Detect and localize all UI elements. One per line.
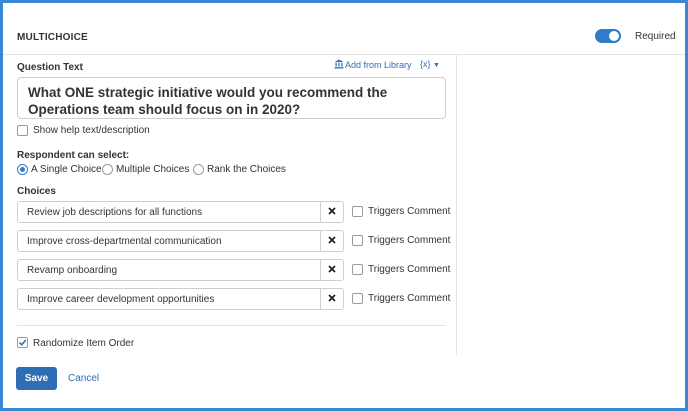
remove-choice-button[interactable]	[320, 288, 344, 310]
triggers-comment-checkbox[interactable]	[352, 264, 363, 275]
radio-multiple-choices-label: Multiple Choices	[116, 164, 190, 175]
panel-divider	[456, 55, 457, 355]
toggle-knob	[609, 31, 619, 41]
question-text-input[interactable]: What ONE strategic initiative would you …	[17, 77, 446, 119]
caret-down-icon: ▼	[433, 62, 440, 69]
triggers-comment-label: Triggers Comment	[368, 235, 451, 246]
triggers-comment-label: Triggers Comment	[368, 293, 451, 304]
choice-input[interactable]: Improve career development opportunities	[17, 288, 320, 310]
remove-choice-button[interactable]	[320, 230, 344, 252]
choice-input[interactable]: Review job descriptions for all function…	[17, 201, 320, 223]
question-header: MULTICHOICE Required	[3, 3, 685, 55]
radio-rank-choices[interactable]	[193, 164, 204, 175]
bank-icon	[334, 59, 344, 71]
remove-choice-button[interactable]	[320, 201, 344, 223]
question-type-title: MULTICHOICE	[17, 32, 88, 43]
close-icon	[328, 235, 336, 247]
show-help-checkbox[interactable]	[17, 125, 28, 136]
section-divider	[17, 325, 446, 326]
required-label: Required	[635, 31, 676, 42]
question-text-label: Question Text	[17, 62, 83, 73]
triggers-comment-checkbox[interactable]	[352, 293, 363, 304]
randomize-label: Randomize Item Order	[33, 338, 135, 349]
respondent-select-label: Respondent can select:	[17, 150, 130, 161]
radio-single-choice[interactable]	[17, 164, 28, 175]
triggers-comment-checkbox[interactable]	[352, 235, 363, 246]
close-icon	[328, 293, 336, 305]
add-from-library-link[interactable]: Add from Library	[334, 59, 412, 71]
insert-variable-dropdown[interactable]: {x} ▼	[420, 59, 440, 69]
choice-input[interactable]: Revamp onboarding	[17, 259, 320, 281]
cancel-button[interactable]: Cancel	[68, 373, 99, 384]
triggers-comment-checkbox[interactable]	[352, 206, 363, 217]
remove-choice-button[interactable]	[320, 259, 344, 281]
close-icon	[328, 206, 336, 218]
close-icon	[328, 264, 336, 276]
triggers-comment-label: Triggers Comment	[368, 264, 451, 275]
choice-input[interactable]: Improve cross-departmental communication	[17, 230, 320, 252]
required-toggle[interactable]	[595, 29, 621, 43]
randomize-checkbox[interactable]	[17, 337, 28, 348]
radio-rank-choices-label: Rank the Choices	[207, 164, 286, 175]
choices-label: Choices	[17, 186, 56, 197]
insert-variable-label: {x}	[420, 59, 431, 69]
add-from-library-label: Add from Library	[345, 60, 412, 70]
save-button[interactable]: Save	[16, 367, 57, 390]
show-help-label: Show help text/description	[33, 125, 150, 136]
triggers-comment-label: Triggers Comment	[368, 206, 451, 217]
radio-single-choice-label: A Single Choice	[31, 164, 102, 175]
radio-multiple-choices[interactable]	[102, 164, 113, 175]
